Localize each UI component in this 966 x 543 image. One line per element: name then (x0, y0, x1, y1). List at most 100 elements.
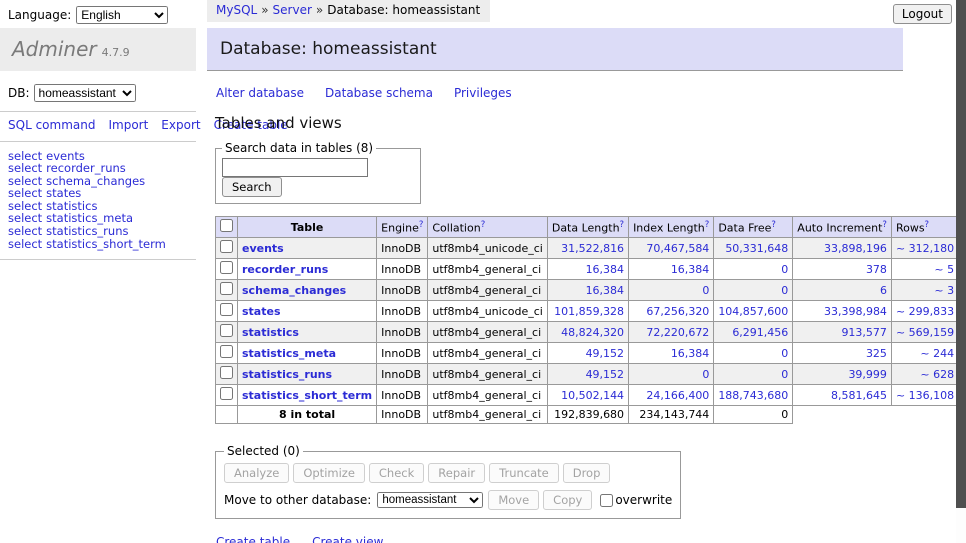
col-help-link[interactable]: ? (771, 220, 776, 230)
index-length-link[interactable]: 0 (702, 368, 709, 381)
page-link[interactable]: Alter database (216, 86, 304, 100)
table-name-link[interactable]: statistics (242, 326, 299, 339)
language-select[interactable]: English (76, 6, 168, 24)
rows-link[interactable]: ~ 244 (920, 347, 954, 360)
page-links: Alter database Database schema Privileges (216, 86, 956, 100)
auto-increment-link[interactable]: 913,577 (841, 326, 887, 339)
sidebar-nav-link[interactable]: Import (108, 118, 148, 132)
tables-heading: Tables and views (215, 114, 956, 132)
breadcrumb-mysql-link[interactable]: MySQL (216, 3, 257, 17)
data-length-link[interactable]: 16,384 (586, 263, 625, 276)
data-length-link[interactable]: 48,824,320 (561, 326, 624, 339)
data-free-link[interactable]: 6,291,456 (732, 326, 788, 339)
create-link[interactable]: Create view (312, 535, 383, 543)
data-free-link[interactable]: 0 (781, 368, 788, 381)
auto-increment-link[interactable]: 325 (866, 347, 887, 360)
table-name-link[interactable]: events (242, 242, 284, 255)
sidebar-nav-link[interactable]: SQL command (8, 118, 95, 132)
rows-link[interactable]: ~ 299,833 (896, 305, 954, 318)
row-checkbox[interactable] (220, 282, 233, 295)
move-db-select[interactable]: homeassistant (377, 492, 483, 508)
row-checkbox[interactable] (220, 366, 233, 379)
data-free-link[interactable]: 188,743,680 (718, 389, 788, 402)
col-help-link[interactable]: ? (419, 220, 424, 230)
scrollbar-thumb[interactable] (956, 0, 966, 508)
auto-increment-link[interactable]: 39,999 (848, 368, 887, 381)
rows-link[interactable]: ~ 628 (920, 368, 954, 381)
selected-action-button[interactable]: Drop (563, 463, 611, 483)
table-link[interactable]: statistics_short_term (46, 237, 166, 251)
index-length-link[interactable]: 70,467,584 (646, 242, 709, 255)
index-length-link[interactable]: 16,384 (671, 263, 710, 276)
row-checkbox[interactable] (220, 240, 233, 253)
auto-increment-link[interactable]: 33,898,196 (824, 242, 887, 255)
selected-action-button[interactable]: Repair (428, 463, 485, 483)
copy-button[interactable]: Copy (543, 490, 592, 510)
table-name-link[interactable]: statistics_short_term (242, 389, 372, 402)
table-link[interactable]: statistics_runs (46, 224, 128, 238)
index-length-link[interactable]: 16,384 (671, 347, 710, 360)
table-link[interactable]: recorder_runs (46, 161, 126, 175)
data-length-link[interactable]: 49,152 (586, 347, 625, 360)
row-checkbox[interactable] (220, 345, 233, 358)
data-length-link[interactable]: 49,152 (586, 368, 625, 381)
select-link[interactable]: select (8, 161, 42, 175)
col-help-link[interactable]: ? (481, 220, 486, 230)
rows-cell: ~ 628 (891, 364, 958, 385)
row-checkbox[interactable] (220, 324, 233, 337)
data-length-link[interactable]: 10,502,144 (561, 389, 624, 402)
row-checkbox[interactable] (220, 261, 233, 274)
col-help-link[interactable]: ? (925, 220, 930, 230)
data-free-link[interactable]: 104,857,600 (718, 305, 788, 318)
data-free-link[interactable]: 0 (781, 347, 788, 360)
overwrite-checkbox[interactable] (600, 494, 613, 507)
data-length-link[interactable]: 16,384 (586, 284, 625, 297)
data-length-link[interactable]: 31,522,816 (561, 242, 624, 255)
select-link[interactable]: select (8, 237, 42, 251)
col-help-link[interactable]: ? (620, 220, 625, 230)
selected-action-button[interactable]: Analyze (224, 463, 289, 483)
selected-action-button[interactable]: Optimize (293, 463, 365, 483)
index-length-link[interactable]: 0 (702, 284, 709, 297)
rows-link[interactable]: ~ 312,180 (896, 242, 954, 255)
rows-link[interactable]: ~ 5 (934, 263, 954, 276)
data-free-link[interactable]: 0 (781, 263, 788, 276)
move-button[interactable]: Move (488, 490, 539, 510)
breadcrumb-server-link[interactable]: Server (273, 3, 312, 17)
selected-action-button[interactable]: Check (369, 463, 424, 483)
auto-increment-link[interactable]: 378 (866, 263, 887, 276)
table-name-link[interactable]: statistics_runs (242, 368, 332, 381)
col-help-link[interactable]: ? (882, 220, 887, 230)
row-checkbox[interactable] (220, 387, 233, 400)
page-link[interactable]: Privileges (454, 86, 512, 100)
table-name-link[interactable]: recorder_runs (242, 263, 328, 276)
rows-link[interactable]: ~ 569,159 (896, 326, 954, 339)
table-name-link[interactable]: states (242, 305, 281, 318)
row-checkbox[interactable] (220, 303, 233, 316)
index-length-link[interactable]: 67,256,320 (646, 305, 709, 318)
db-select[interactable]: homeassistant (34, 84, 136, 102)
col-help-link[interactable]: ? (705, 220, 710, 230)
data-free-link[interactable]: 50,331,648 (725, 242, 788, 255)
index-length-link[interactable]: 24,166,400 (646, 389, 709, 402)
scrollbar-track[interactable] (956, 0, 966, 543)
rows-link[interactable]: ~ 3 (934, 284, 954, 297)
table-name-link[interactable]: schema_changes (242, 284, 346, 297)
selected-action-button[interactable]: Truncate (489, 463, 559, 483)
create-link[interactable]: Create table (216, 535, 290, 543)
data-length-link[interactable]: 101,859,328 (554, 305, 624, 318)
sidebar-nav-link[interactable]: Export (161, 118, 200, 132)
index-length-link[interactable]: 72,220,672 (646, 326, 709, 339)
auto-increment-link[interactable]: 8,581,645 (831, 389, 887, 402)
select-link[interactable]: select (8, 224, 42, 238)
logout-button[interactable]: Logout (893, 4, 952, 24)
table-name-link[interactable]: statistics_meta (242, 347, 336, 360)
search-button[interactable]: Search (222, 177, 282, 197)
auto-increment-link[interactable]: 6 (880, 284, 887, 297)
search-input[interactable] (222, 158, 368, 177)
data-free-link[interactable]: 0 (781, 284, 788, 297)
select-all-checkbox[interactable] (220, 219, 233, 232)
page-link[interactable]: Database schema (325, 86, 433, 100)
rows-link[interactable]: ~ 136,108 (896, 389, 954, 402)
auto-increment-link[interactable]: 33,398,984 (824, 305, 887, 318)
